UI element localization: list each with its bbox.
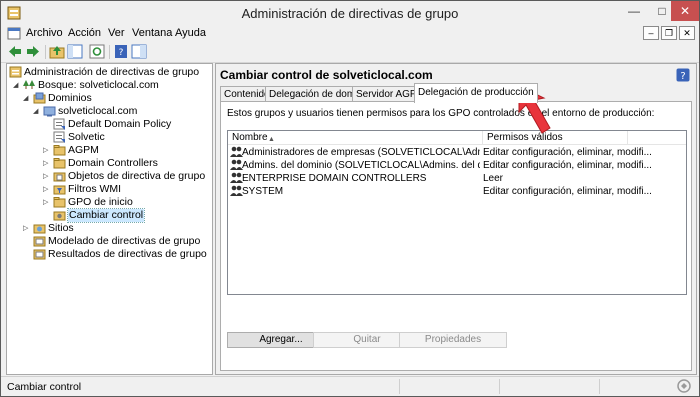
mdi-close-button[interactable]: ✕ xyxy=(679,26,695,40)
back-arrow-icon[interactable] xyxy=(7,44,23,59)
starter-gpo-folder-icon xyxy=(53,197,66,208)
menu-archivo[interactable]: Archivo xyxy=(26,27,63,39)
collapse-icon[interactable]: ◢ xyxy=(23,92,31,105)
properties-button[interactable]: Propiedades xyxy=(399,332,507,348)
toolbar-separator xyxy=(109,45,110,59)
tab-description: Estos grupos y usuarios tienen permisos … xyxy=(227,108,655,119)
tree-item-forest[interactable]: ◢ Bosque: solveticlocal.com xyxy=(13,79,209,92)
list-item[interactable]: Admins. del dominio (SOLVETICLOCAL\Admin… xyxy=(228,159,686,172)
menu-ver[interactable]: Ver xyxy=(108,27,125,39)
ou-folder-icon xyxy=(53,158,66,169)
tree-item-results[interactable]: Resultados de directivas de grupo xyxy=(23,248,209,261)
tab-content: Estos grupos y usuarios tienen permisos … xyxy=(220,101,692,371)
column-header-nombre[interactable]: Nombre ▲ xyxy=(228,131,483,144)
expand-icon[interactable]: ▷ xyxy=(43,170,51,183)
expand-icon[interactable]: ▷ xyxy=(43,157,51,170)
tree-item-change-control[interactable]: Cambiar control xyxy=(53,208,209,223)
permissions-list: Nombre ▲ Permisos válidos Administradore… xyxy=(227,130,687,295)
gpo-folder-icon xyxy=(53,172,66,182)
forward-arrow-icon[interactable] xyxy=(25,44,41,59)
list-item[interactable]: ENTERPRISE DOMAIN CONTROLLERS Leer xyxy=(228,172,686,185)
refresh-icon[interactable] xyxy=(89,44,105,59)
toolbar: ? xyxy=(1,42,699,63)
ou-folder-icon xyxy=(53,145,66,156)
status-separator xyxy=(399,379,400,394)
window-title: Administración de directivas de grupo xyxy=(241,6,459,21)
mdi-minimize-button[interactable]: – xyxy=(643,26,659,40)
menu-accion[interactable]: Acción xyxy=(68,27,101,39)
domains-folder-icon xyxy=(33,92,46,104)
status-separator xyxy=(599,379,600,394)
show-hide-tree-icon[interactable] xyxy=(67,44,83,59)
expand-icon[interactable]: ▷ xyxy=(23,222,31,235)
wmi-folder-icon xyxy=(53,185,66,195)
menu-ventana[interactable]: Ventana xyxy=(132,27,172,39)
tab-delegacion-produccion[interactable]: Delegación de producción xyxy=(414,83,538,103)
sort-ascending-icon: ▲ xyxy=(268,136,275,143)
svg-text:?: ? xyxy=(119,48,124,58)
list-header: Nombre ▲ Permisos válidos xyxy=(228,131,686,145)
tree-item-domains[interactable]: ◢ Dominios xyxy=(23,92,209,105)
tree-item-wmi-filters[interactable]: ▷ Filtros WMI xyxy=(43,183,209,196)
gpo-link-icon xyxy=(53,118,65,130)
change-control-icon xyxy=(53,211,66,221)
list-item[interactable]: Administradores de empresas (SOLVETICLOC… xyxy=(228,146,686,159)
results-icon xyxy=(33,249,46,260)
sites-icon xyxy=(33,224,46,234)
details-title: Cambiar control de solveticlocal.com xyxy=(220,68,433,82)
status-text: Cambiar control xyxy=(7,381,82,393)
details-pane: Cambiar control de solveticlocal.com ? C… xyxy=(215,63,697,375)
tree-item-gpo-objects[interactable]: ▷ Objetos de directiva de grupo xyxy=(43,170,209,183)
tree-item-modeling[interactable]: Modelado de directivas de grupo xyxy=(23,235,209,248)
gpmc-root-icon xyxy=(9,66,22,78)
mdi-restore-button[interactable]: ❐ xyxy=(661,26,677,40)
column-header-permisos[interactable]: Permisos válidos xyxy=(483,131,628,144)
status-separator xyxy=(499,379,500,394)
expand-icon[interactable]: ▷ xyxy=(43,183,51,196)
toolbar-separator xyxy=(45,45,46,59)
help-book-icon[interactable]: ? xyxy=(113,44,129,59)
status-bar: Cambiar control xyxy=(1,376,699,397)
console-tree: Administración de directivas de grupo ◢ … xyxy=(6,63,213,375)
modeling-icon xyxy=(33,236,46,247)
gpo-link-icon xyxy=(53,131,65,143)
tree-item-default-domain-policy[interactable]: Default Domain Policy xyxy=(53,118,209,131)
svg-text:?: ? xyxy=(680,71,685,82)
tree-item-domain-controllers[interactable]: ▷ Domain Controllers xyxy=(43,157,209,170)
minimize-button[interactable]: — xyxy=(620,1,648,21)
help-icon[interactable]: ? xyxy=(676,68,690,82)
close-button[interactable]: ✕ xyxy=(671,1,699,21)
domain-icon xyxy=(43,106,56,117)
console-pane-icon[interactable] xyxy=(131,44,147,59)
forest-icon xyxy=(23,80,35,89)
collapse-icon[interactable]: ◢ xyxy=(33,105,41,118)
tree-item-domain[interactable]: ◢ solveticlocal.com xyxy=(33,105,209,118)
tree-item-sites[interactable]: ▷ Sitios xyxy=(23,222,209,235)
tree-item-solvetic[interactable]: Solvetic xyxy=(53,131,209,144)
list-item[interactable]: SYSTEM Editar configuración, eliminar, m… xyxy=(228,185,686,198)
collapse-icon[interactable]: ◢ xyxy=(13,79,21,92)
mdi-controls: – ❐ ✕ xyxy=(641,26,695,40)
expand-icon[interactable]: ▷ xyxy=(43,196,51,209)
mmc-menu-icon[interactable] xyxy=(7,27,21,40)
up-folder-icon[interactable] xyxy=(49,44,65,59)
menu-ayuda[interactable]: Ayuda xyxy=(175,27,206,39)
menu-bar: Archivo Acción Ver Ventana Ayuda xyxy=(1,26,699,42)
tree-item-agpm[interactable]: ▷ AGPM xyxy=(43,144,209,157)
app-window: Administración de directivas de grupo — … xyxy=(0,0,700,397)
title-bar: Administración de directivas de grupo — … xyxy=(1,1,699,26)
watermark-logo-icon xyxy=(677,379,691,393)
tree-item-gpmc-root[interactable]: Administración de directivas de grupo xyxy=(9,66,209,79)
expand-icon[interactable]: ▷ xyxy=(43,144,51,157)
tree-item-starter-gpos[interactable]: ▷ GPO de inicio xyxy=(43,196,209,209)
